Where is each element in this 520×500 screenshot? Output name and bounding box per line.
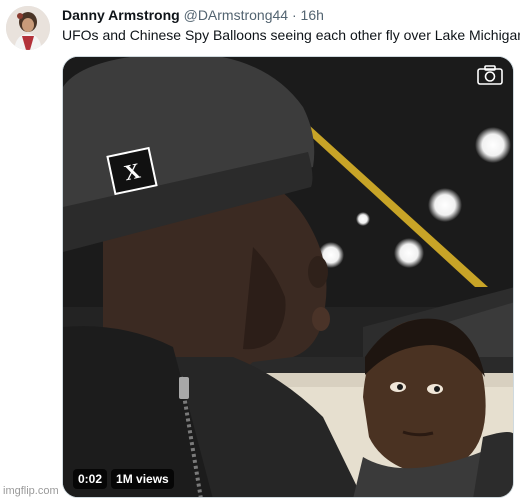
- tweet-header: Danny Armstrong @DArmstrong44 · 16h: [62, 7, 324, 24]
- video-player[interactable]: X 0:02 1M views: [62, 56, 514, 498]
- video-duration: 0:02: [73, 469, 108, 489]
- ceiling-light: [428, 188, 462, 222]
- ceiling-light: [394, 238, 424, 268]
- timestamp[interactable]: 16h: [301, 7, 324, 23]
- hat-logo: X: [106, 146, 158, 196]
- video-badges: 0:02 1M views: [73, 469, 174, 489]
- user-handle[interactable]: @DArmstrong44: [184, 7, 288, 23]
- watermark: imgflip.com: [3, 485, 59, 497]
- header-separator: ·: [291, 7, 297, 23]
- avatar[interactable]: [6, 6, 50, 50]
- video-frame: X: [63, 57, 513, 497]
- tweet-card: Danny Armstrong @DArmstrong44 · 16h UFOs…: [0, 0, 520, 500]
- tweet-text: UFOs and Chinese Spy Balloons seeing eac…: [62, 27, 520, 43]
- camera-icon-glyph: [477, 65, 503, 85]
- ceiling-light: [475, 127, 511, 163]
- video-views: 1M views: [111, 469, 174, 489]
- display-name[interactable]: Danny Armstrong: [62, 7, 180, 23]
- avatar-image: [6, 6, 50, 50]
- camera-icon[interactable]: [477, 65, 503, 85]
